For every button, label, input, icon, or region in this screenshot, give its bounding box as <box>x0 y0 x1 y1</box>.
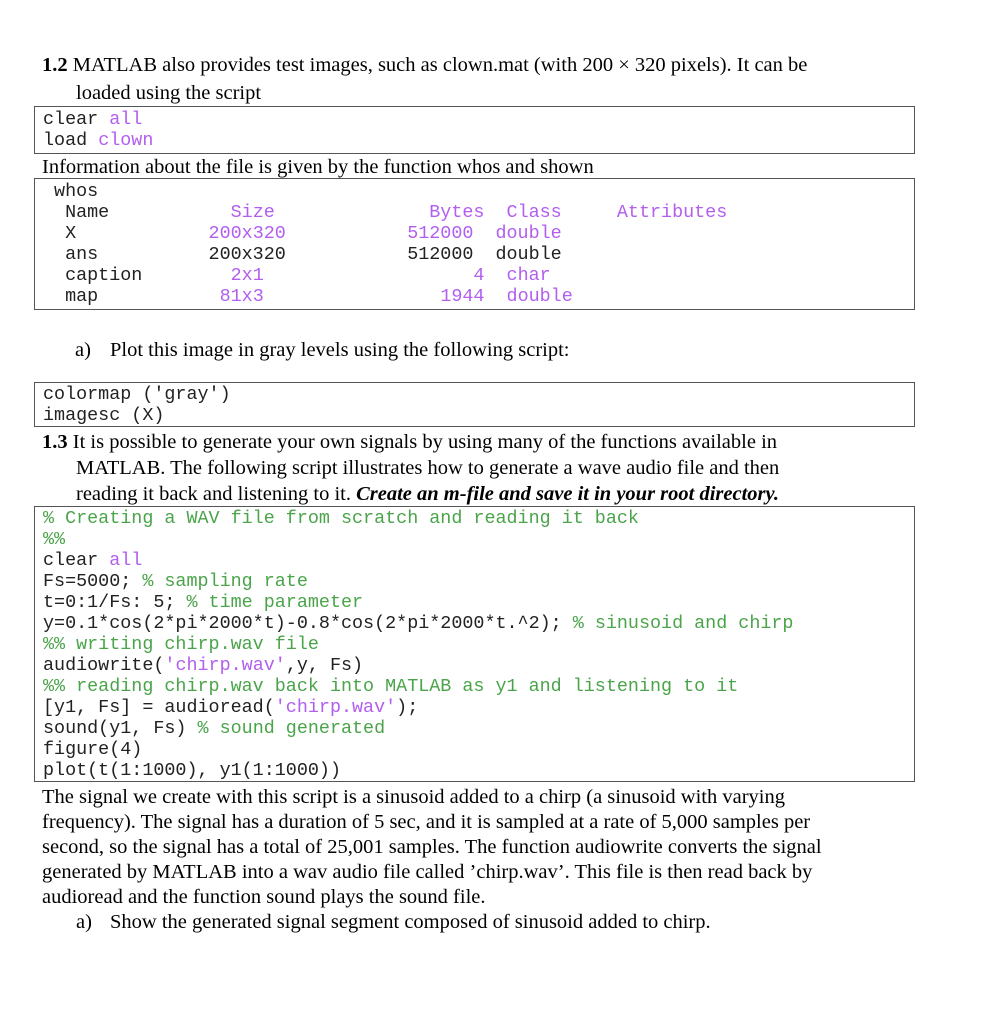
code-line: Fs=5000; % sampling rate <box>43 571 914 592</box>
code-text: colormap ('gray') <box>43 384 231 405</box>
code-line: audiowrite('chirp.wav',y, Fs) <box>43 655 914 676</box>
text: It is possible to generate your own sign… <box>67 431 778 453</box>
code-literal: Size Bytes Class Attributes <box>230 202 728 223</box>
code-literal: all <box>109 109 143 130</box>
code-text: whos <box>43 181 99 202</box>
code-literal: all <box>109 550 143 571</box>
code-text: plot(t(1:1000), y1(1:1000)) <box>43 760 341 781</box>
section-1-2-line-2: loaded using the script <box>76 82 262 104</box>
code-line: plot(t(1:1000), y1(1:1000)) <box>43 760 914 781</box>
code-line: ans 200x320 512000 double <box>43 244 914 265</box>
code-line: t=0:1/Fs: 5; % time parameter <box>43 592 914 613</box>
code-line: load clown <box>43 130 914 151</box>
code-text: ,y, Fs) <box>285 655 364 676</box>
code-literal: 2x1 4 char <box>230 265 551 286</box>
code-line: %% reading chirp.wav back into MATLAB as… <box>43 676 914 697</box>
code-text: t=0:1/Fs: 5; <box>43 592 187 613</box>
code-text: sound(y1, Fs) <box>43 718 198 739</box>
list-label: a) <box>75 339 91 361</box>
code-line: colormap ('gray') <box>43 384 914 405</box>
code-line: sound(y1, Fs) % sound generated <box>43 718 914 739</box>
code-text: caption <box>43 265 231 286</box>
text: reading it back and listening to it. <box>76 483 357 505</box>
code-text: [y1, Fs] = audioread( <box>43 697 275 718</box>
code-text: Fs=5000; <box>43 571 143 592</box>
code-comment: % sampling rate <box>142 571 308 592</box>
task-a-1-2: a) Plot this image in gray levels using t… <box>75 338 570 362</box>
code-line: clear all <box>43 550 914 571</box>
code-line: X 200x320 512000 double <box>43 223 914 244</box>
code-text: clear <box>43 109 110 130</box>
paragraph-line: frequency). The signal has a duration of… <box>42 811 811 833</box>
code-literal: clown <box>98 130 154 151</box>
code-line: [y1, Fs] = audioread('chirp.wav'); <box>43 697 914 718</box>
code-comment: %% <box>43 529 66 550</box>
code-block-chirp-script: % Creating a WAV file from scratch and r… <box>34 506 915 782</box>
code-comment: % sinusoid and chirp <box>572 613 794 634</box>
code-line: imagesc (X) <box>43 405 914 426</box>
code-text: load <box>43 130 99 151</box>
text: MATLAB also provides test images, such a… <box>67 54 808 76</box>
code-literal: 'chirp.wav' <box>274 697 397 718</box>
code-comment: % sound generated <box>197 718 386 739</box>
list-label: a) <box>76 911 92 933</box>
emphasis-instruction: Create an m-file and save it in your roo… <box>356 483 779 505</box>
code-comment: %% writing chirp.wav file <box>43 634 319 655</box>
section-number: 1.3 <box>42 431 68 453</box>
code-line: %% writing chirp.wav file <box>43 634 914 655</box>
code-line: figure(4) <box>43 739 914 760</box>
task-text: Plot this image in gray levels using the… <box>110 339 570 361</box>
code-text: ); <box>396 697 419 718</box>
info-text: Information about the file is given by t… <box>42 156 594 178</box>
code-comment: % Creating a WAV file from scratch and r… <box>43 508 639 529</box>
code-text: ans 200x320 512000 double <box>43 244 562 265</box>
code-text: figure(4) <box>43 739 143 760</box>
code-line: clear all <box>43 109 914 130</box>
task-a-1-3: a) Show the generated signal segment comp… <box>76 910 711 934</box>
code-line: whos <box>43 181 914 202</box>
code-text: y=0.1*cos(2*pi*2000*t)-0.8*cos(2*pi*2000… <box>43 613 573 634</box>
code-literal: 200x320 512000 double <box>208 223 562 244</box>
code-literal: 81x3 1944 double <box>219 286 573 307</box>
paragraph-line: audioread and the function sound plays t… <box>42 886 486 908</box>
paragraph-line: second, so the signal has a total of 25,… <box>42 836 822 858</box>
code-line: % Creating a WAV file from scratch and r… <box>43 508 914 529</box>
code-line: map 81x3 1944 double <box>43 286 914 307</box>
code-text: audiowrite( <box>43 655 165 676</box>
code-line: Name Size Bytes Class Attributes <box>43 202 914 223</box>
task-text: Show the generated signal segment compos… <box>110 911 711 933</box>
code-line: caption 2x1 4 char <box>43 265 914 286</box>
paragraph-line: generated by MATLAB into a wav audio fil… <box>42 861 813 883</box>
code-text: map <box>43 286 220 307</box>
code-block-colormap: colormap ('gray') imagesc (X) <box>34 382 915 427</box>
code-text: clear <box>43 550 110 571</box>
code-line: y=0.1*cos(2*pi*2000*t)-0.8*cos(2*pi*2000… <box>43 613 914 634</box>
section-1-3-line-3: reading it back and listening to it. Cre… <box>76 482 779 506</box>
code-text: X <box>43 223 209 244</box>
code-text: Name <box>43 202 231 223</box>
code-comment: % time parameter <box>186 592 364 613</box>
whos-output-block: whos Name Size Bytes Class Attributes X … <box>34 178 915 310</box>
paragraph-line: The signal we create with this script is… <box>42 786 785 808</box>
section-1-3-line-2: MATLAB. The following script illustrates… <box>76 457 780 479</box>
code-block-load: clear all load clown <box>34 106 915 154</box>
section-1-3-line-1: 1.3 It is possible to generate your own … <box>42 430 777 454</box>
code-comment: %% reading chirp.wav back into MATLAB as… <box>43 676 739 697</box>
code-text: imagesc (X) <box>43 405 165 426</box>
section-number: 1.2 <box>42 54 68 76</box>
section-1-2-line-1: 1.2 MATLAB also provides test images, su… <box>42 53 807 77</box>
code-literal: 'chirp.wav' <box>164 655 286 676</box>
code-line: %% <box>43 529 914 550</box>
